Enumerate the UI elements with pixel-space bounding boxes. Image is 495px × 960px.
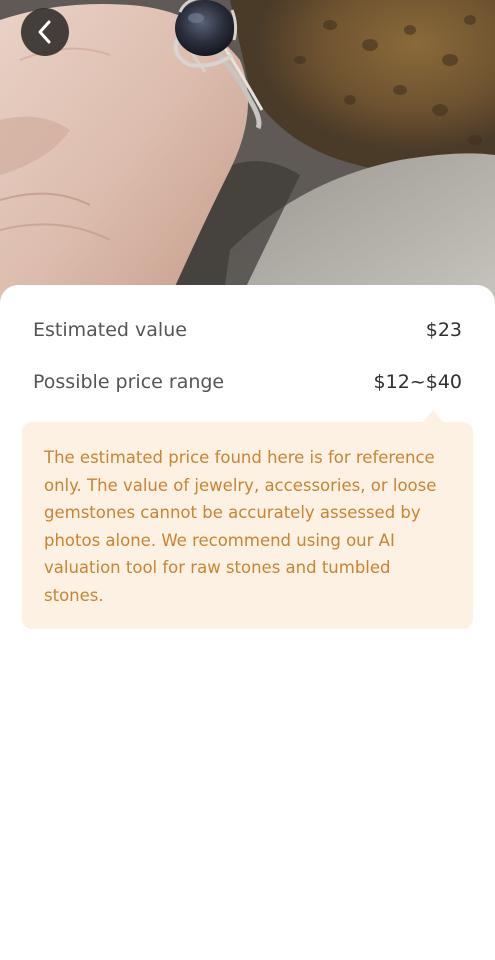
- back-button[interactable]: [21, 8, 69, 56]
- estimated-value-row: Estimated value $23: [33, 319, 462, 341]
- price-range-label: Possible price range: [33, 371, 225, 393]
- disclaimer-note: The estimated price found here is for re…: [22, 410, 473, 629]
- valuation-sheet: Estimated value $23 Possible price range…: [0, 285, 495, 960]
- valuation-screen: Estimated value $23 Possible price range…: [0, 0, 495, 960]
- price-range-amount: $12~$40: [373, 371, 462, 393]
- item-photo: [0, 0, 495, 320]
- ring-photo-illustration: [0, 0, 495, 320]
- chevron-left-icon: [38, 20, 51, 44]
- disclaimer-text: The estimated price found here is for re…: [44, 448, 437, 605]
- price-range-row: Possible price range $12~$40: [33, 371, 462, 393]
- estimated-value-label: Estimated value: [33, 319, 187, 341]
- estimated-value-amount: $23: [425, 319, 462, 341]
